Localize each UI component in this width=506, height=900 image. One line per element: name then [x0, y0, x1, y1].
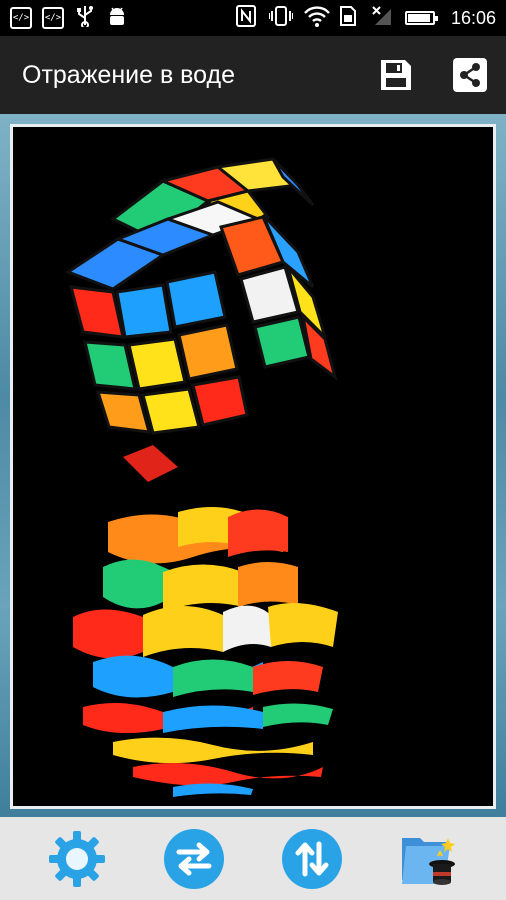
- photo-preview: [13, 127, 493, 806]
- settings-gear-icon: [48, 830, 105, 887]
- save-button[interactable]: [378, 57, 414, 93]
- gallery-magic-icon: [402, 837, 456, 885]
- code-icon: </>: [42, 7, 64, 29]
- no-signal-icon: [371, 5, 393, 32]
- swap-horizontal-icon: [164, 828, 225, 889]
- swap-vertical-button[interactable]: [280, 827, 344, 891]
- android-icon: [106, 5, 128, 32]
- swap-horizontal-button[interactable]: [162, 827, 226, 891]
- wifi-icon: [303, 5, 330, 32]
- app-title: Отражение в воде: [22, 60, 236, 89]
- battery-icon: [404, 11, 438, 25]
- settings-button[interactable]: [45, 827, 109, 891]
- nfc-icon: [235, 4, 257, 32]
- status-time: 16:06: [450, 7, 496, 28]
- image-canvas[interactable]: [0, 114, 506, 817]
- sim-icon: [337, 5, 359, 32]
- share-icon: [453, 58, 487, 92]
- gallery-button[interactable]: [397, 827, 461, 891]
- usb-icon: [74, 5, 96, 32]
- bottom-toolbar: [0, 817, 506, 900]
- app-bar: Отражение в воде: [0, 36, 506, 114]
- photo-frame: [10, 124, 496, 809]
- vibrate-icon: [267, 5, 294, 32]
- swap-vertical-icon: [281, 828, 342, 889]
- code-icon: </>: [10, 7, 32, 29]
- share-button[interactable]: [452, 57, 488, 93]
- status-bar: </> </> 16:06: [0, 0, 506, 36]
- rubiks-cube-reflection-image: [13, 127, 493, 806]
- save-icon: [381, 60, 411, 90]
